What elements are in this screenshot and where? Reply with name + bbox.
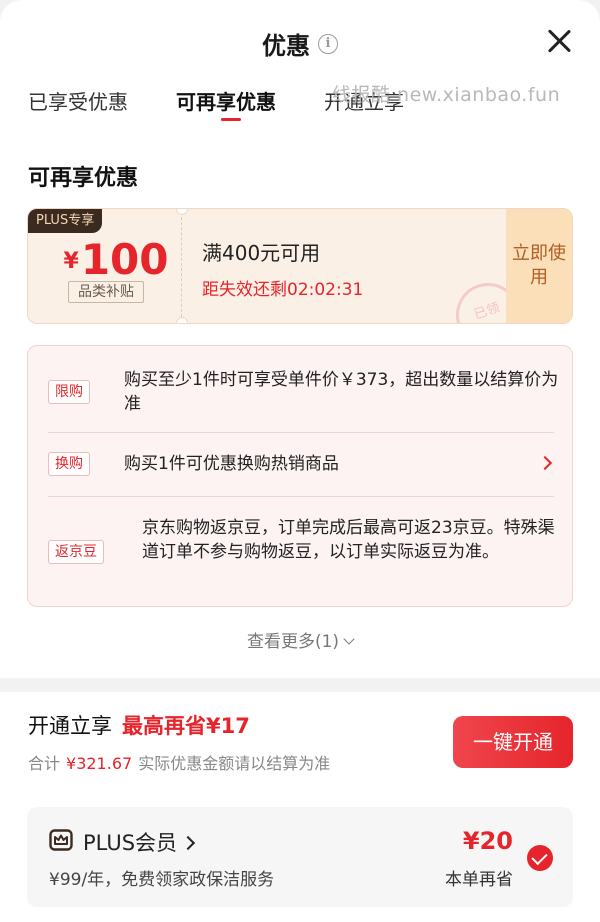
info-icon[interactable]: i — [318, 33, 338, 54]
one-click-open-button[interactable]: 一键开通 — [453, 716, 573, 768]
section-title: 可再享优惠 — [28, 166, 139, 191]
membership-summary: 合计 ¥321.67 实际优惠金额请以结算为准 — [28, 750, 330, 774]
sheet-title: 优惠 i — [0, 26, 600, 61]
watermark: 线报酷 new.xianbao.fun — [332, 84, 561, 106]
perk-item-limit: 限购 购买至少1件时可享受单件价￥373，超出数量以结算价为准 — [48, 368, 558, 416]
perk-text: 京东购物返京豆，订单完成后最高可返23京豆。特殊渠道订单不参与购物返豆，以订单实… — [142, 518, 555, 562]
coupon-value: 100 — [80, 235, 169, 284]
plus-membership-card[interactable]: PLUS会员 ¥99/年，免费领家政保洁服务 ¥20 本单再省 — [27, 807, 573, 907]
discount-sheet: 优惠 i 已享受优惠 可再享优惠 开通立享 线报酷 new.xianbao.fu… — [0, 0, 600, 922]
close-icon[interactable] — [546, 28, 572, 54]
sum-note: 实际优惠金额请以结算为准 — [138, 754, 331, 773]
coupon-notch-top — [176, 209, 188, 215]
coupon-amount: ¥100 — [56, 235, 176, 284]
active-tab-indicator — [221, 118, 241, 121]
coupon-currency: ¥ — [63, 249, 79, 274]
checkmark-icon[interactable] — [527, 845, 553, 871]
coupon-countdown: 距失效还剩02:02:31 — [202, 280, 364, 300]
divider — [48, 496, 554, 497]
plus-name: PLUS会员 — [83, 831, 178, 855]
perk-tag: 限购 — [48, 380, 90, 404]
title-text: 优惠 — [262, 32, 310, 60]
see-more-label: 查看更多(1) — [246, 632, 340, 652]
chevron-down-icon — [343, 633, 355, 645]
perk-tag: 返京豆 — [48, 540, 104, 564]
tab-more-available[interactable]: 可再享优惠 — [176, 86, 276, 115]
perk-tag: 换购 — [48, 452, 90, 476]
tab-enjoyed[interactable]: 已享受优惠 — [28, 86, 128, 115]
save-amount: ¥20 — [462, 827, 513, 855]
crown-icon — [49, 829, 73, 851]
plus-exclusive-badge: PLUS专享 — [28, 209, 103, 233]
coupon-condition: 满400元可用 — [202, 241, 321, 265]
coupon-divider — [181, 217, 182, 317]
perk-item-exchange[interactable]: 换购 购买1件可优惠换购热销商品 — [48, 452, 558, 476]
coupon-card: PLUS专享 ¥100 品类补贴 满400元可用 距失效还剩02:02:31 已… — [27, 208, 573, 324]
perks-box: 限购 购买至少1件时可享受单件价￥373，超出数量以结算价为准 换购 购买1件可… — [27, 345, 573, 607]
coupon-notch-bottom — [176, 317, 188, 323]
see-more-link[interactable]: 查看更多(1) — [0, 627, 600, 652]
membership-highlight: 最高再省¥17 — [122, 714, 250, 738]
perk-item-jingdou: 返京豆 京东购物返京豆，订单完成后最高可返23京豆。特殊渠道订单不参与购物返豆，… — [48, 516, 558, 588]
plus-description: ¥99/年，免费领家政保洁服务 — [49, 870, 275, 890]
sum-label: 合计 — [28, 754, 61, 773]
plus-name-link[interactable]: PLUS会员 — [83, 827, 196, 857]
membership-title-text: 开通立享 — [28, 714, 112, 738]
use-now-button[interactable]: 立即使用 — [506, 209, 572, 323]
header: 优惠 i — [0, 22, 600, 66]
chevron-right-icon — [180, 835, 196, 851]
perk-text: 购买1件可优惠换购热销商品 — [124, 454, 339, 474]
divider — [48, 432, 554, 433]
coupon-category: 品类补贴 — [68, 281, 144, 303]
perk-text: 购买至少1件时可享受单件价￥373，超出数量以结算价为准 — [124, 370, 559, 414]
membership-title: 开通立享 最高再省¥17 — [28, 710, 250, 740]
sum-amount: ¥321.67 — [66, 754, 133, 773]
section-gap — [0, 678, 600, 692]
save-label: 本单再省 — [445, 870, 513, 890]
